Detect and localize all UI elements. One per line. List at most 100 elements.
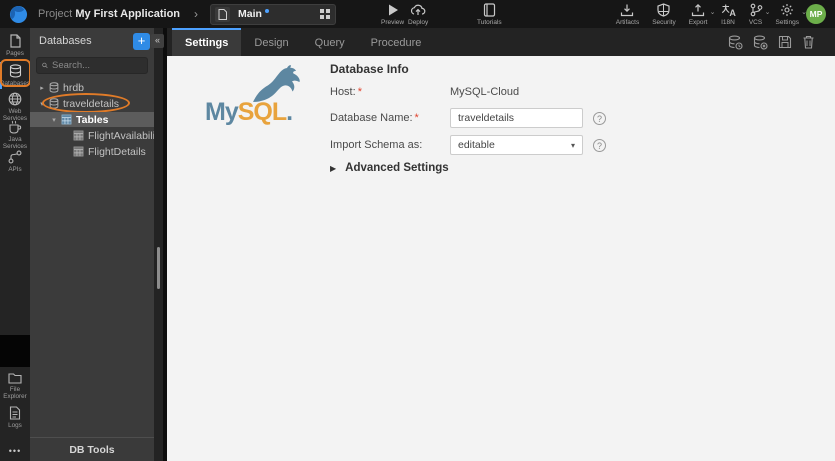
- tree-item-flightdetails[interactable]: FlightDetails: [30, 144, 154, 159]
- project-label: Project: [38, 8, 73, 20]
- page-doc-icon: [215, 6, 231, 22]
- book-icon: [483, 3, 495, 17]
- settings-button[interactable]: Settings ⌄: [776, 3, 807, 26]
- sidebar-item-web-services[interactable]: Web Services: [0, 92, 30, 122]
- mysql-logo: MySQL.: [205, 64, 315, 127]
- gear-icon: [781, 4, 794, 16]
- panel-title: Databases: [39, 35, 92, 47]
- coffee-icon: [9, 120, 22, 134]
- select-caret-icon: ▾: [570, 140, 575, 150]
- export-button[interactable]: Export ⌄: [689, 3, 716, 26]
- sidebar-dark-section: [0, 335, 30, 367]
- topbar: Project My First Application › Main Prev…: [0, 0, 835, 28]
- tree-item-traveldetails[interactable]: ▾ traveldetails: [30, 93, 154, 113]
- host-label: Host: *: [330, 86, 362, 98]
- advanced-settings-label: Advanced Settings: [345, 162, 449, 174]
- sidebar-item-databases[interactable]: Databases: [0, 59, 31, 90]
- preview-button[interactable]: Preview: [381, 3, 404, 26]
- translate-icon: A: [721, 4, 736, 17]
- tutorials-button[interactable]: Tutorials: [477, 3, 502, 26]
- search-input[interactable]: [52, 60, 142, 71]
- database-icon: [49, 98, 59, 109]
- i18n-button[interactable]: A I18N: [721, 3, 736, 26]
- topbar-right-actions: Artifacts Security Export ⌄ A I18N VCS ⌄…: [616, 3, 807, 26]
- settings-page: MySQL. Database Info Host: * MySQL-Cloud …: [167, 56, 835, 461]
- save-icon[interactable]: [778, 35, 792, 49]
- help-icon[interactable]: ?: [593, 138, 606, 152]
- page-tab-label: Main: [238, 8, 262, 20]
- database-info-form: Database Info Host: * MySQL-Cloud Databas…: [330, 62, 630, 174]
- database-name-label: Database Name: *: [330, 112, 419, 124]
- databases-panel: Databases + ▸ hrdb ▾ traveldetails ▾ Tab…: [30, 28, 163, 461]
- upload-tray-icon: [691, 3, 705, 17]
- table-icon: [73, 130, 84, 141]
- avatar[interactable]: MP: [806, 4, 826, 24]
- shield-icon: [657, 3, 671, 17]
- left-sidebar: Pages Databases Web Services Java Servic…: [0, 28, 31, 461]
- api-nodes-icon: [8, 150, 22, 164]
- sidebar-item-file-explorer[interactable]: File Explorer: [0, 372, 30, 400]
- breadcrumb-chevron-icon: ›: [194, 7, 199, 21]
- tree-item-hrdb[interactable]: ▸ hrdb: [30, 80, 154, 95]
- database-name-input[interactable]: [450, 108, 583, 128]
- tree-item-label: FlightAvailability: [88, 129, 164, 142]
- export-caret-icon: ⌄: [709, 9, 716, 16]
- app-logo-icon[interactable]: [9, 5, 28, 24]
- deploy-button[interactable]: Deploy: [408, 3, 428, 26]
- tree-item-label: traveldetails: [63, 97, 120, 110]
- security-button[interactable]: Security: [652, 3, 676, 26]
- tab-query[interactable]: Query: [302, 28, 358, 56]
- log-file-icon: [9, 406, 21, 420]
- tables-icon: [61, 114, 72, 125]
- play-icon: [388, 4, 398, 16]
- tab-design[interactable]: Design: [241, 28, 301, 56]
- advanced-settings-toggle[interactable]: ▶ Advanced Settings: [330, 162, 449, 174]
- add-database-button[interactable]: +: [133, 32, 150, 50]
- page-tab-main[interactable]: Main: [210, 3, 337, 25]
- grid-view-icon[interactable]: [319, 8, 331, 20]
- help-icon[interactable]: ?: [593, 111, 606, 125]
- tab-settings[interactable]: Settings: [172, 28, 242, 56]
- editor-tabbar: Settings Design Query Procedure: [167, 28, 835, 56]
- sidebar-more-button[interactable]: •••: [0, 446, 30, 456]
- tree-item-label: hrdb: [63, 81, 85, 94]
- db-shell-icon[interactable]: [753, 35, 768, 50]
- tree-item-flightavailability[interactable]: FlightAvailability: [30, 128, 163, 143]
- panel-divider[interactable]: «: [151, 28, 167, 461]
- import-schema-select[interactable]: editable ▾: [450, 135, 583, 155]
- active-indicator: [0, 62, 2, 90]
- panel-header: Databases +: [30, 28, 154, 54]
- database-name-row: Database Name:* ?: [330, 108, 606, 128]
- db-sync-icon[interactable]: [728, 35, 743, 50]
- collapse-panel-button[interactable]: «: [151, 34, 164, 48]
- db-toolbar: [728, 28, 835, 56]
- required-marker: *: [357, 86, 362, 98]
- page-icon: [9, 34, 21, 48]
- sidebar-item-logs[interactable]: Logs: [0, 406, 30, 429]
- search-icon: [42, 62, 48, 69]
- sidebar-item-apis[interactable]: APIs: [0, 150, 30, 173]
- expand-arrow-icon: ▶: [330, 163, 337, 173]
- vcs-button[interactable]: VCS ⌄: [749, 3, 771, 26]
- breadcrumb: Project My First Application: [38, 8, 180, 20]
- artifacts-button[interactable]: Artifacts: [616, 3, 639, 26]
- sidebar-item-pages[interactable]: Pages: [0, 34, 30, 57]
- table-icon: [73, 146, 84, 157]
- database-icon: [49, 82, 59, 93]
- resize-handle[interactable]: [157, 247, 160, 289]
- svg-text:A: A: [729, 8, 736, 17]
- db-tools-button[interactable]: DB Tools: [30, 437, 154, 461]
- selected-option: editable: [458, 139, 495, 151]
- database-tree: ▸ hrdb ▾ traveldetails ▾ Tables FlightAv…: [30, 80, 163, 159]
- branch-icon: [750, 3, 762, 17]
- delete-icon[interactable]: [802, 35, 815, 49]
- globe-icon: [8, 92, 22, 106]
- tree-item-tables[interactable]: ▾ Tables: [30, 112, 154, 127]
- tab-procedure[interactable]: Procedure: [358, 28, 435, 56]
- expander-expanded-icon[interactable]: ▾: [50, 116, 58, 124]
- search-box[interactable]: [36, 57, 148, 74]
- sidebar-item-java-services[interactable]: Java Services: [0, 120, 30, 150]
- expander-collapsed-icon[interactable]: ▸: [38, 84, 46, 92]
- expander-expanded-icon[interactable]: ▾: [38, 100, 46, 108]
- tree-item-label: Tables: [76, 113, 109, 126]
